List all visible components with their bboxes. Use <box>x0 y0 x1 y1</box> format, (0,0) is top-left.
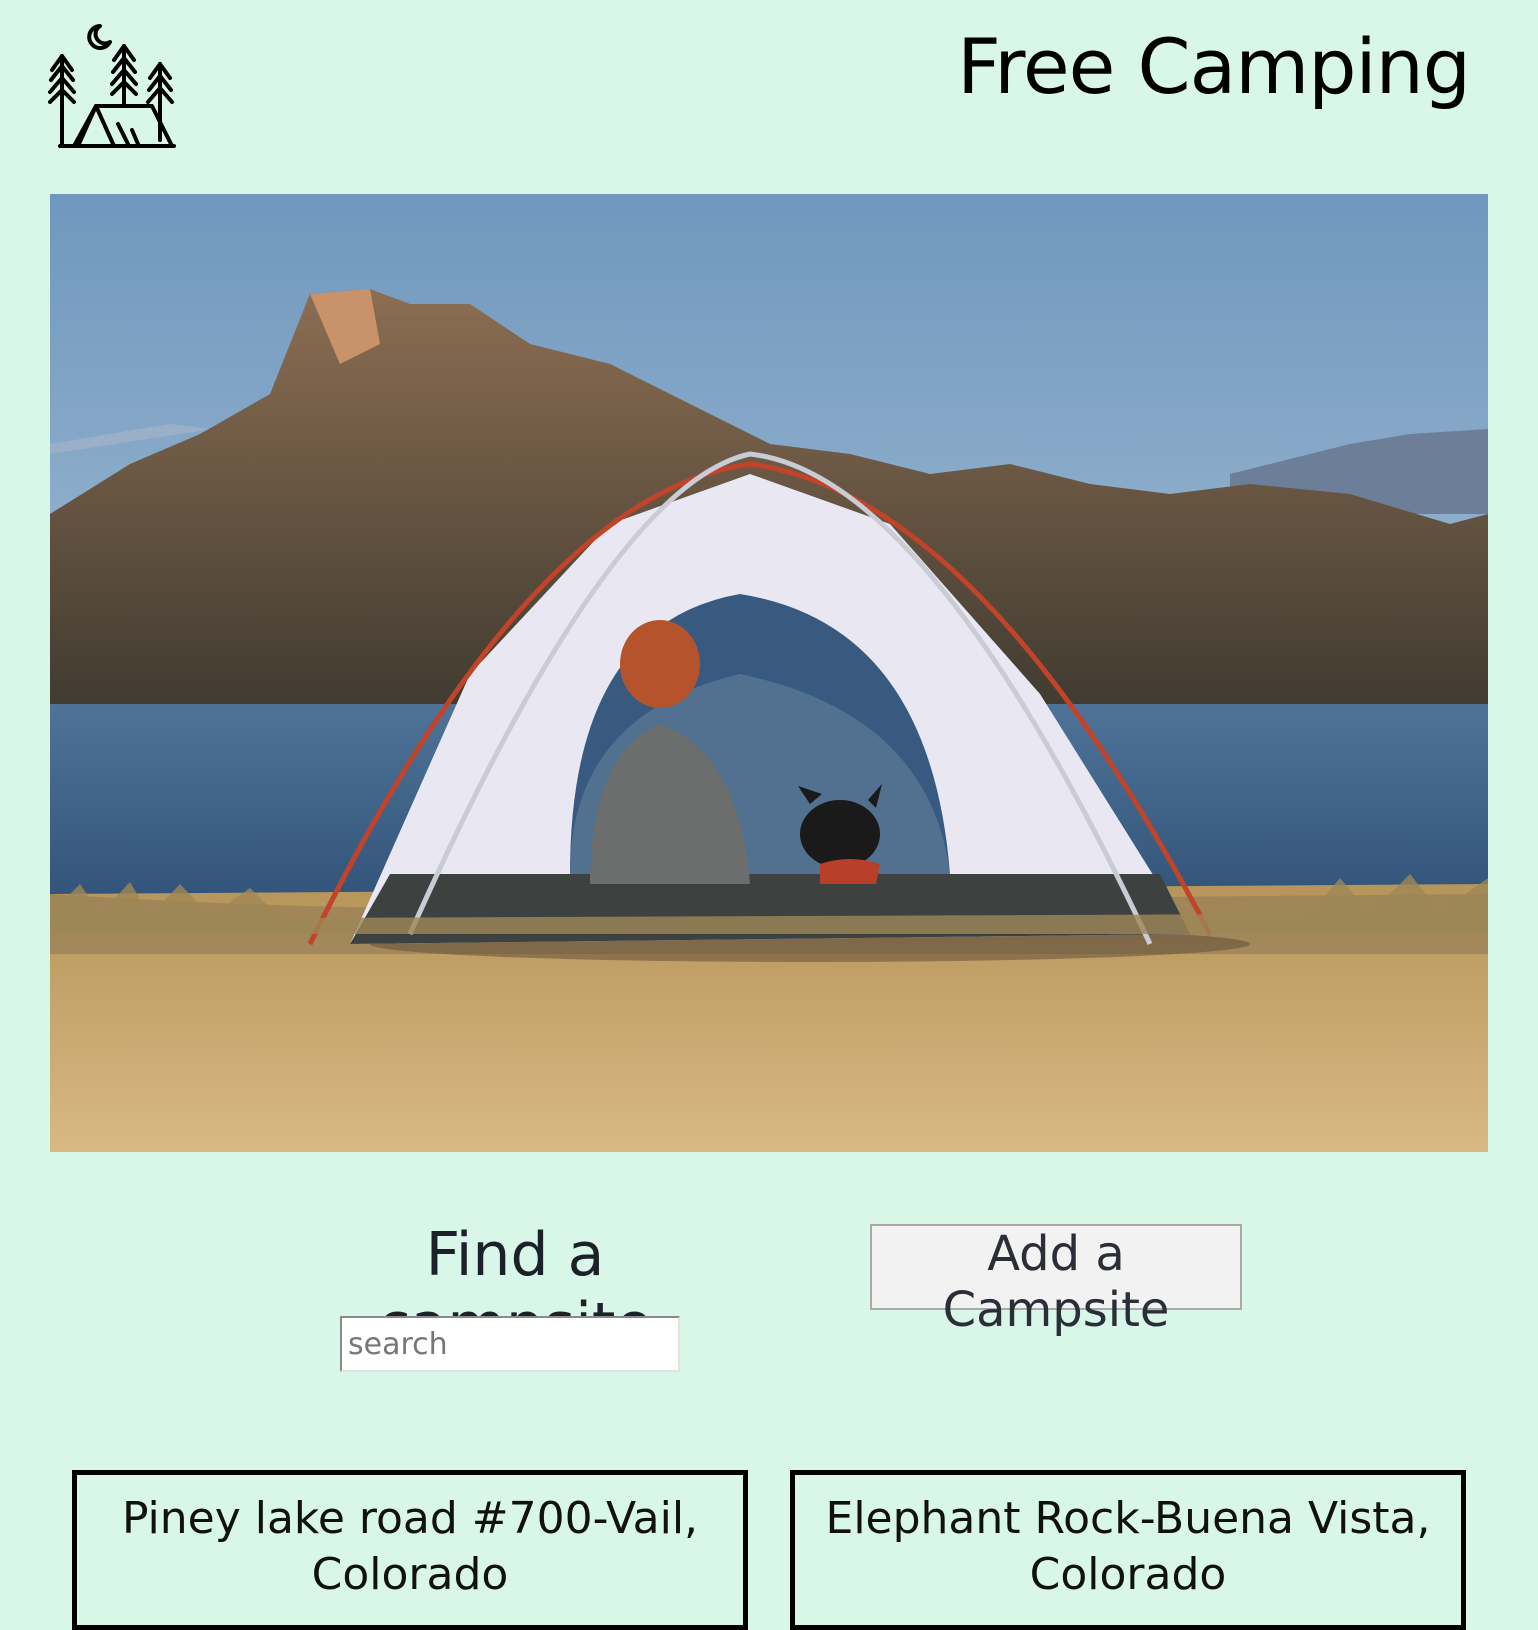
site-title: Free Camping <box>957 22 1471 111</box>
campsite-name: Piney lake road #700-Vail, Colorado <box>121 1493 699 1600</box>
campsite-card[interactable]: Piney lake road #700-Vail, Colorado <box>72 1470 748 1630</box>
search-input[interactable] <box>340 1316 680 1372</box>
hero-image <box>50 194 1488 1152</box>
add-campsite-button[interactable]: Add a Campsite <box>870 1224 1242 1338</box>
campsite-card[interactable]: Elephant Rock-Buena Vista, Colorado <box>790 1470 1466 1630</box>
campsite-name: Elephant Rock-Buena Vista, Colorado <box>825 1493 1431 1600</box>
camping-logo-icon[interactable] <box>48 20 180 152</box>
